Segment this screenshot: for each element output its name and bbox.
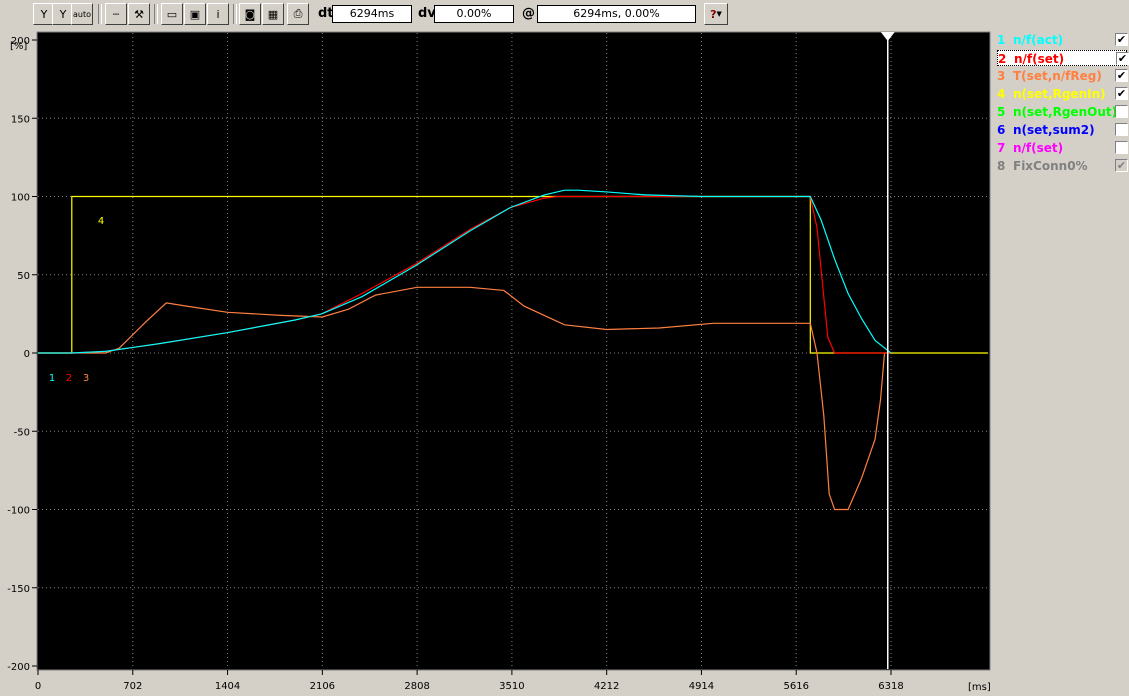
table-button[interactable]: ▦ [262, 3, 284, 25]
x-tick-label: 3510 [499, 681, 524, 692]
table-icon: ▦ [267, 7, 279, 21]
info-icon: i [216, 7, 220, 21]
legend-checkbox[interactable]: ✔ [1115, 33, 1128, 46]
trace-number-marker: 2 [66, 373, 72, 384]
legend-checkbox[interactable]: ✔ [1115, 87, 1128, 100]
settings-button[interactable]: ⚒ [128, 3, 150, 25]
legend-label: n(set,RgenIn) [1013, 87, 1106, 101]
x-tick-label: 1404 [215, 681, 240, 692]
grid-lines-icon: ┄ [112, 7, 120, 21]
legend-item-2[interactable]: 2 n/f(set) ✔ [997, 50, 1129, 66]
legend-label: n/f(act) [1013, 33, 1064, 47]
legend-label: n/f(set) [1014, 52, 1065, 66]
legend-checkbox[interactable] [1115, 105, 1128, 118]
legend-label: n/f(set) [1013, 141, 1064, 155]
legend-label: FixConn0% [1013, 159, 1088, 173]
legend-checkbox: ✔ [1115, 159, 1128, 172]
grid-toggle-button[interactable]: ┄ [105, 3, 127, 25]
legend-item-1[interactable]: 1 n/f(act) ✔ [997, 32, 1128, 48]
separator [233, 4, 237, 24]
x-tick-label: 2808 [404, 681, 429, 692]
dt-field: 6294ms [332, 5, 412, 23]
y-tick-label: -100 [7, 506, 30, 517]
open-button[interactable]: ▭ [161, 3, 183, 25]
legend-checkbox[interactable]: ✔ [1115, 69, 1128, 82]
separator [98, 4, 102, 24]
legend-checkbox[interactable]: ✔ [1116, 52, 1129, 65]
legend-number: 5 [997, 105, 1006, 119]
save-disk-icon: ▣ [189, 7, 201, 21]
trace-legend: 1 n/f(act) ✔ 2 n/f(set) ✔ 3 T(set,n/fReg) ✔ 4 n(se… [993, 30, 1129, 200]
legend-checkbox[interactable] [1115, 123, 1128, 136]
y-tick-label: 0 [24, 349, 30, 360]
legend-item-7[interactable]: 7 n/f(set) [997, 140, 1128, 156]
legend-number: 2 [998, 52, 1007, 66]
x-tick-label: 2106 [310, 681, 335, 692]
x-tick-label: 4914 [689, 681, 714, 692]
trace-number-marker: 3 [83, 373, 89, 384]
legend-number: 8 [997, 159, 1006, 173]
folder-open-icon: ▭ [166, 7, 178, 21]
y-tick-label: -50 [14, 427, 30, 438]
trace-number-marker: 1 [49, 373, 55, 384]
x-tick-label: 5616 [783, 681, 808, 692]
x-unit-label: [ms] [968, 682, 991, 693]
legend-label: T(set,n/fReg) [1013, 69, 1102, 83]
plot-background [36, 31, 991, 671]
legend-number: 4 [997, 87, 1006, 101]
legend-item-8[interactable]: 8 FixConn0% ✔ [997, 158, 1128, 174]
legend-number: 7 [997, 141, 1006, 155]
legend-item-4[interactable]: 4 n(set,RgenIn) ✔ [997, 86, 1128, 102]
legend-item-6[interactable]: 6 n(set,sum2) [997, 122, 1128, 138]
y-tick-label: 150 [11, 114, 30, 125]
y-tick-label: -150 [7, 584, 30, 595]
print-button[interactable]: ⎙ [287, 3, 309, 25]
x-tick-label: 6318 [878, 681, 903, 692]
cursor-position-field: 6294ms, 0.00% [537, 5, 696, 23]
y-auto-button[interactable]: auto [71, 3, 93, 25]
printer-icon: ⎙ [293, 7, 303, 20]
legend-item-5[interactable]: 5 n(set,RgenOut) [997, 104, 1128, 120]
help-button[interactable]: ? ▼ [704, 3, 728, 25]
legend-number: 3 [997, 69, 1006, 83]
x-tick-label: 4212 [594, 681, 619, 692]
trace-number-marker: 4 [98, 216, 104, 227]
info-button[interactable]: i [207, 3, 229, 25]
legend-label: n(set,RgenOut) [1013, 105, 1118, 119]
y-tick-label: 100 [11, 193, 30, 204]
oscilloscope-chart[interactable]: [%] [ms] 200150100500-50-100-150-200 0 70… [0, 30, 993, 696]
legend-item-3[interactable]: 3 T(set,n/fReg) ✔ [997, 68, 1128, 84]
y-tick-label: 50 [17, 271, 30, 282]
legend-number: 6 [997, 123, 1006, 137]
y-tick-label: -200 [7, 662, 30, 673]
legend-number: 1 [997, 33, 1006, 47]
legend-checkbox[interactable] [1115, 141, 1128, 154]
toolbar: Y Y auto ┄ ⚒ ▭ ▣ i ◙ ▦ ⎙ dt 6294ms dv 0.… [0, 0, 1129, 30]
separator [154, 4, 158, 24]
save-button[interactable]: ▣ [184, 3, 206, 25]
camera-button[interactable]: ◙ [239, 3, 261, 25]
at-label: @ [522, 6, 535, 21]
camera-icon: ◙ [244, 7, 256, 21]
x-tick-label: 0 [35, 681, 41, 692]
x-tick-label: 702 [123, 681, 142, 692]
legend-label: n(set,sum2) [1013, 123, 1095, 137]
dv-field: 0.00% [434, 5, 514, 23]
tools-icon: ⚒ [134, 7, 144, 21]
y-tick-label: 200 [11, 36, 30, 47]
dropdown-arrow-icon: ▼ [716, 10, 722, 18]
